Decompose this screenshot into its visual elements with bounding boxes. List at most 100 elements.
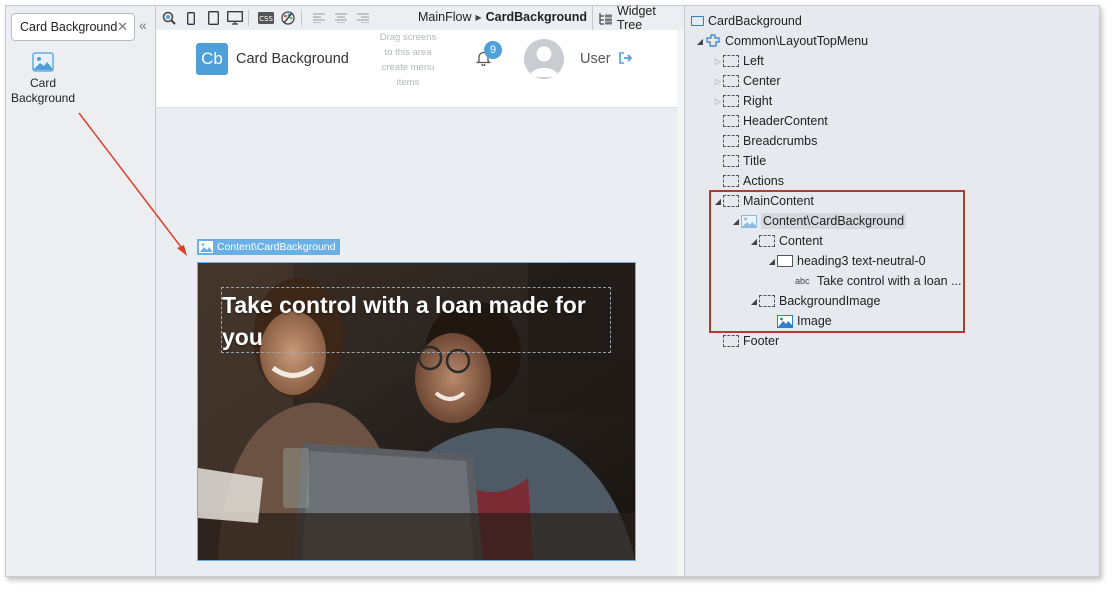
placeholder-icon (723, 175, 739, 187)
placeholder-icon (723, 195, 739, 207)
align-center-icon[interactable] (332, 9, 350, 27)
breadcrumb-flow[interactable]: MainFlow (418, 10, 472, 24)
align-right-icon[interactable] (354, 9, 372, 27)
collapsed-arrow-icon[interactable]: ▷ (713, 57, 723, 66)
tree-node-content[interactable]: ◢ Content (749, 231, 823, 251)
app-header: Cb Card Background Drag screens to this … (156, 30, 677, 108)
avatar[interactable] (524, 39, 564, 79)
svg-text:CSS: CSS (259, 15, 273, 23)
image-icon (777, 314, 793, 328)
collapsed-arrow-icon[interactable]: ▷ (713, 77, 723, 86)
tree-node-label: Actions (743, 174, 784, 188)
tree-node-label: Left (743, 54, 764, 68)
tree-node-content-card[interactable]: ◢ Content\CardBackground (731, 211, 907, 231)
tree-node-label: Right (743, 94, 773, 108)
collapsed-arrow-icon[interactable]: ▷ (713, 97, 723, 106)
app-title: Card Background (236, 51, 349, 67)
tree-node-label: MainContent (743, 194, 814, 208)
expanded-arrow-icon[interactable]: ◢ (749, 297, 759, 306)
card-heading[interactable]: Take control with a loan made for you (222, 289, 602, 353)
theme-palette-icon[interactable] (279, 9, 297, 27)
tree-node-actions[interactable]: Actions (723, 171, 784, 191)
toolbox-item-label: Card Background (10, 76, 76, 105)
phone-icon[interactable] (182, 9, 200, 27)
breadcrumb-screen[interactable]: CardBackground (486, 10, 587, 24)
placeholder-icon (723, 335, 739, 347)
tree-node-label: Content\CardBackground (761, 213, 907, 229)
ide-window: Card Background ✕ « Card Background CSS … (5, 4, 1100, 577)
tree-node-label: Image (797, 314, 832, 328)
expanded-arrow-icon[interactable]: ◢ (713, 197, 723, 206)
placeholder-icon (723, 95, 739, 107)
tree-node-label: Title (743, 154, 767, 168)
tree-node-right[interactable]: ▷ Right (713, 91, 772, 111)
toolbox-item-card-background[interactable]: Card Background (10, 52, 76, 106)
widget-tree-label: Widget Tree (616, 4, 656, 32)
preview-icon[interactable] (160, 9, 178, 27)
tree-node-left[interactable]: ▷ Left (713, 51, 764, 71)
tree-node-label: BackgroundImage (779, 294, 881, 308)
toolbox-search-input[interactable]: Card Background ✕ (11, 13, 135, 41)
tree-node-title[interactable]: Title (723, 151, 766, 171)
toolbox-search-value: Card Background (20, 20, 118, 34)
image-icon (199, 241, 213, 253)
clear-search-icon[interactable]: ✕ (117, 19, 128, 35)
collapse-panel-icon[interactable]: « (139, 17, 147, 33)
tree-node-text[interactable]: abc Take control with a loan ... (795, 271, 962, 291)
tree-node-root[interactable]: CardBackground (691, 11, 802, 31)
expanded-arrow-icon[interactable]: ◢ (767, 257, 777, 266)
placeholder-icon (723, 75, 739, 87)
text-icon: abc (795, 276, 810, 286)
tree-node-layout[interactable]: ◢ Common\LayoutTopMenu (695, 31, 868, 51)
tree-node-label: heading3 text-neutral-0 (797, 254, 926, 268)
image-icon (741, 214, 757, 228)
widget-tree-icon (599, 12, 612, 25)
tree-node-image[interactable]: Image (777, 311, 832, 331)
tree-node-label: Common\LayoutTopMenu (725, 34, 869, 48)
tree-node-breadcrumbs[interactable]: Breadcrumbs (723, 131, 817, 151)
tree-node-label: CardBackground (708, 14, 802, 28)
placeholder-icon (723, 115, 739, 127)
tree-node-label: HeaderContent (743, 114, 828, 128)
screen-canvas: Cb Card Background Drag screens to this … (156, 30, 684, 576)
tree-node-label: Breadcrumbs (743, 134, 818, 148)
placeholder-icon (723, 135, 739, 147)
desktop-icon[interactable] (226, 9, 244, 27)
notification-badge: 9 (484, 41, 502, 59)
tree-node-footer[interactable]: Footer (723, 331, 779, 351)
tree-node-label: Take control with a loan ... (817, 274, 962, 288)
card-background[interactable]: Take control with a loan made for you (197, 262, 636, 561)
align-left-icon[interactable] (310, 9, 328, 27)
tree-node-background-image[interactable]: ◢ BackgroundImage (749, 291, 881, 311)
expanded-arrow-icon[interactable]: ◢ (695, 37, 705, 46)
widget-tree-panel: CardBackground ◢ Common\LayoutTopMenu ▷ … (684, 6, 1099, 576)
expanded-arrow-icon[interactable]: ◢ (731, 217, 741, 226)
css-icon[interactable]: CSS (257, 9, 275, 27)
tree-node-label: Footer (743, 334, 780, 348)
app-logo[interactable]: Cb (196, 43, 228, 75)
tree-node-center[interactable]: ▷ Center (713, 71, 781, 91)
placeholder-icon (723, 55, 739, 67)
tree-node-main-content[interactable]: ◢ MainContent (713, 191, 814, 211)
logout-icon[interactable] (619, 52, 633, 64)
tablet-icon[interactable] (204, 9, 222, 27)
tree-node-header-content[interactable]: HeaderContent (723, 111, 828, 131)
menu-drop-hint: Drag screens to this area create menu it… (379, 32, 437, 88)
tree-node-label: Center (743, 74, 781, 88)
chevron-right-icon: ▶ (475, 12, 482, 22)
canvas-scrollbar[interactable] (677, 30, 684, 576)
tab-widget-tree[interactable]: Widget Tree (592, 4, 684, 32)
expanded-arrow-icon[interactable]: ◢ (749, 237, 759, 246)
placeholder-icon (759, 295, 775, 307)
toolbar-divider (248, 10, 249, 26)
toolbox-panel: Card Background ✕ « Card Background (6, 6, 156, 576)
block-icon (705, 34, 721, 48)
widget-selection-tag[interactable]: Content\CardBackground (197, 239, 340, 255)
tree-node-heading[interactable]: ◢ heading3 text-neutral-0 (767, 251, 926, 271)
toolbar-divider (301, 10, 302, 26)
screen-icon (691, 16, 704, 26)
editor-toolbar: CSS MainFlow ▶ CardBackground Widget Tre… (156, 4, 684, 32)
widget-selection-label: Content\CardBackground (217, 241, 336, 253)
placeholder-icon (759, 235, 775, 247)
container-icon (777, 255, 793, 267)
